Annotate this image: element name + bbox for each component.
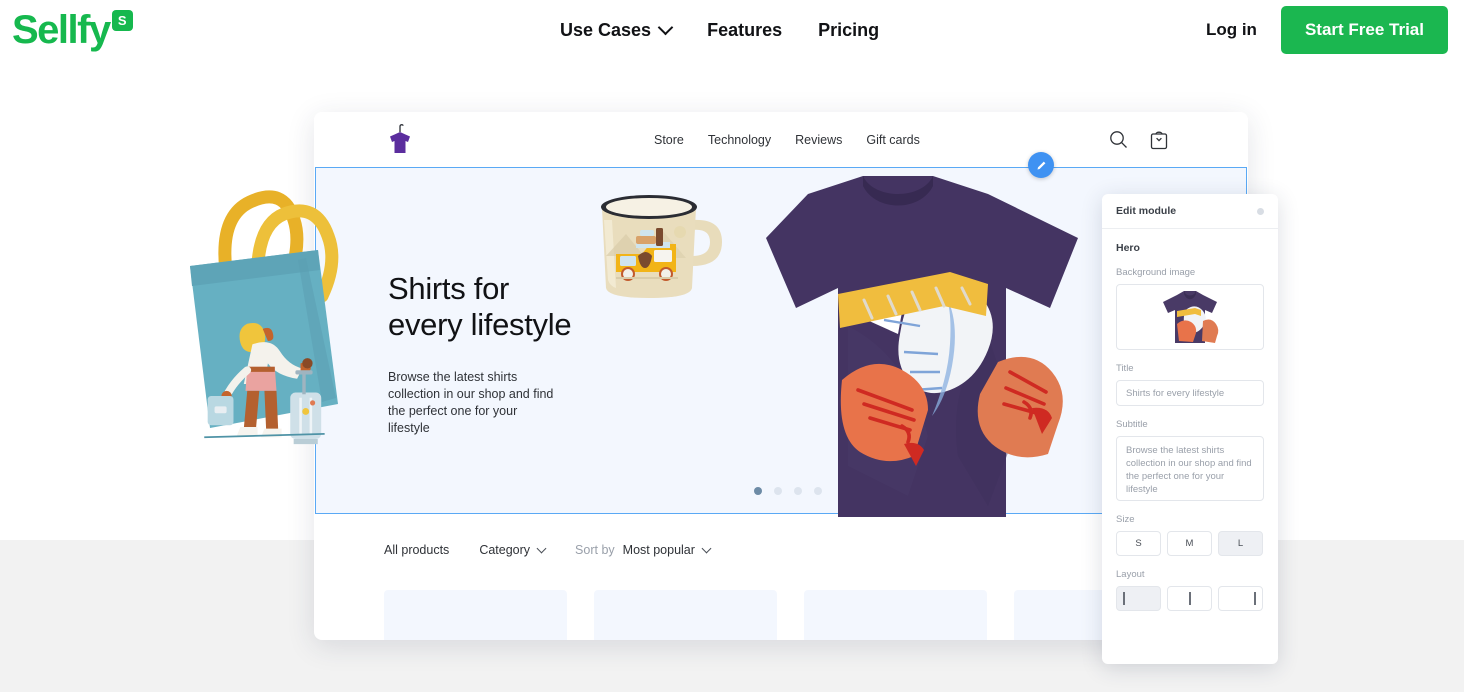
layout-option-left[interactable] [1116,586,1161,611]
product-card-placeholder[interactable] [384,590,567,640]
layout-option-right[interactable] [1218,586,1263,611]
hero-subtitle: Browse the latest shirts collection in o… [388,370,554,435]
edit-module-badge[interactable] [1028,152,1054,178]
site-header: Sellfy S Use Cases Features Pricing Log … [0,0,1464,60]
align-center-icon [1188,592,1191,605]
nav-label: Use Cases [560,19,652,40]
chevron-down-icon [536,543,547,553]
pencil-icon [1037,161,1045,169]
panel-section-label: Hero [1116,242,1140,254]
sort-by-label: Sort by [575,543,615,557]
background-image-label: Background image [1116,267,1196,278]
tshirt-thumbnail-icon [1163,291,1219,343]
background-image-thumbnail[interactable] [1116,284,1264,350]
search-icon[interactable] [1109,130,1128,149]
size-button-group: S M L [1116,531,1264,556]
subtitle-field-label: Subtitle [1116,419,1148,430]
subtitle-textarea[interactable]: Browse the latest shirts collection in o… [1116,436,1264,501]
chevron-down-icon [657,19,674,36]
filter-sort-dropdown[interactable]: Sort by Most popular [575,543,712,557]
filter-all-products[interactable]: All products [384,543,449,557]
filter-category-dropdown[interactable]: Category [479,543,547,557]
edit-module-panel: Edit module Hero Background image Title … [1102,194,1278,664]
filter-category-label: Category [479,543,531,557]
store-navigation: Store Technology Reviews Gift cards [654,112,920,167]
store-nav-reviews[interactable]: Reviews [795,133,842,147]
nav-item-use-cases[interactable]: Use Cases [560,19,674,41]
camper-van-mug-image [601,195,722,298]
nav-item-pricing[interactable]: Pricing [818,20,879,41]
logo-text: Sellfy [12,8,111,52]
product-card-placeholder[interactable] [804,590,987,640]
main-navigation: Use Cases Features Pricing [560,0,879,60]
tshirt-hanger-icon[interactable] [384,123,416,157]
size-field-label: Size [1116,514,1135,525]
align-right-icon [1254,592,1256,605]
login-link[interactable]: Log in [1206,20,1257,40]
panel-header: Edit module [1102,194,1278,229]
panel-body: Hero Background image Title Shirts for e… [1102,229,1278,611]
tote-bag-product-image [190,190,339,445]
drag-dot-icon[interactable] [1257,207,1264,215]
start-free-trial-button[interactable]: Start Free Trial [1280,6,1448,54]
title-input[interactable]: Shirts for every lifestyle [1116,380,1264,406]
layout-field-label: Layout [1116,569,1145,580]
store-topbar: Store Technology Reviews Gift cards [314,112,1248,167]
purple-tshirt-product-image [766,176,1078,517]
store-nav-store[interactable]: Store [654,133,684,147]
shopping-bag-icon[interactable] [1150,130,1168,150]
product-card-placeholder[interactable] [594,590,777,640]
panel-title: Edit module [1116,205,1177,217]
chevron-down-icon [701,543,712,553]
hero-title-line2: every lifestyle [388,307,572,342]
sellfy-logo[interactable]: Sellfy S [12,8,133,52]
layout-button-group [1116,586,1264,611]
title-field-label: Title [1116,363,1134,374]
store-icon-group [1109,112,1168,167]
product-grid [384,590,1197,640]
size-option-s[interactable]: S [1116,531,1161,556]
layout-option-center[interactable] [1167,586,1212,611]
logo-badge: S [111,10,133,31]
sort-by-value: Most popular [622,543,695,557]
nav-item-features[interactable]: Features [707,20,782,41]
store-nav-technology[interactable]: Technology [708,133,771,147]
size-option-l[interactable]: L [1218,531,1263,556]
size-option-m[interactable]: M [1167,531,1212,556]
header-actions: Log in Start Free Trial [1206,0,1448,60]
align-left-icon [1123,592,1125,605]
store-nav-gift-cards[interactable]: Gift cards [866,133,920,147]
